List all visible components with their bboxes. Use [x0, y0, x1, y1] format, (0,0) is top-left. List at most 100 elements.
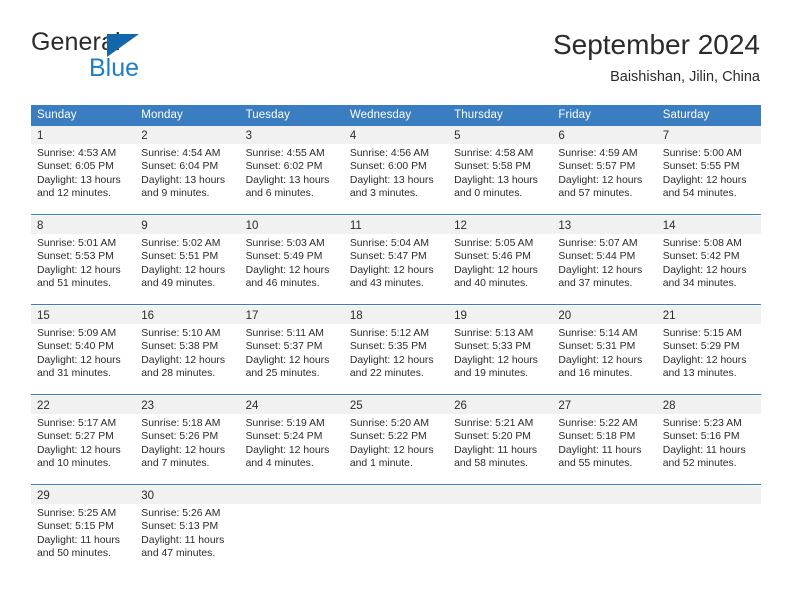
calendar-day-cell[interactable]: 16 Sunrise: 5:10 AM Sunset: 5:38 PM Dayligh… [135, 306, 240, 394]
sunset-time: Sunset: 5:20 PM [454, 431, 531, 443]
calendar-page: General Blue September 2024 Baishishan, … [0, 0, 792, 612]
sunrise-time: Sunrise: 5:13 AM [454, 328, 534, 339]
general-blue-logo[interactable]: General Blue [31, 28, 251, 86]
day-details: Sunrise: 5:14 AM Sunset: 5:31 PM Daylight:… [552, 324, 656, 381]
calendar-day-cell[interactable]: 26 Sunrise: 5:21 AM Sunset: 5:20 PM Dayligh… [448, 396, 553, 484]
calendar-day-cell[interactable]: 27 Sunrise: 5:22 AM Sunset: 5:18 PM Dayligh… [552, 396, 657, 484]
sunrise-time: Sunrise: 5:03 AM [245, 238, 325, 249]
day-details: Sunrise: 5:15 AM Sunset: 5:29 PM Daylight:… [657, 324, 761, 381]
day-details: Sunrise: 5:22 AM Sunset: 5:18 PM Daylight:… [552, 414, 656, 471]
calendar-day-cell[interactable]: 8 Sunrise: 5:01 AM Sunset: 5:53 PM Daylight… [31, 216, 136, 304]
daylight-duration-line2: and 19 minutes. [454, 368, 529, 380]
day-number-band: 11 [343, 216, 449, 234]
daylight-duration-line1: Daylight: 12 hours [454, 264, 538, 276]
sunrise-time: Sunrise: 5:15 AM [662, 328, 742, 339]
calendar-day-cell[interactable]: 4 Sunrise: 4:56 AM Sunset: 6:00 PM Daylight… [343, 126, 449, 214]
daylight-duration-line1: Daylight: 12 hours [349, 264, 434, 276]
day-details: Sunrise: 4:55 AM Sunset: 6:02 PM Daylight:… [240, 144, 344, 201]
calendar-day-cell[interactable]: 22 Sunrise: 5:17 AM Sunset: 5:27 PM Dayligh… [31, 396, 136, 484]
daylight-duration-line2: and 58 minutes. [454, 458, 529, 470]
day-number-band [448, 486, 553, 504]
calendar-day-cell[interactable]: 17 Sunrise: 5:11 AM Sunset: 5:37 PM Dayligh… [239, 306, 344, 394]
calendar-day-cell[interactable]: 23 Sunrise: 5:18 AM Sunset: 5:26 PM Dayligh… [135, 396, 240, 484]
day-number: 5 [454, 130, 461, 142]
calendar-day-cell[interactable]: 2 Sunrise: 4:54 AM Sunset: 6:04 PM Daylight… [135, 126, 240, 214]
daylight-duration-line1: Daylight: 11 hours [454, 444, 538, 456]
daylight-duration-line1: Daylight: 12 hours [558, 264, 643, 276]
weekday-header-thursday: Thursday [454, 109, 503, 121]
daylight-duration-line1: Daylight: 11 hours [141, 534, 225, 546]
daylight-duration-line2: and 13 minutes. [662, 368, 737, 380]
sunrise-time: Sunrise: 5:02 AM [141, 238, 221, 249]
day-number-band: 14 [656, 216, 761, 234]
calendar-day-cell[interactable]: 1 Sunrise: 4:53 AM Sunset: 6:05 PM Daylight… [31, 126, 136, 214]
calendar-day-cell[interactable]: 7 Sunrise: 5:00 AM Sunset: 5:55 PM Daylight… [656, 126, 761, 214]
day-number-band: 10 [239, 216, 344, 234]
calendar-day-cell[interactable]: 28 Sunrise: 5:23 AM Sunset: 5:16 PM Dayligh… [656, 396, 761, 484]
sunrise-time: Sunrise: 5:20 AM [349, 418, 429, 429]
sunrise-time: Sunrise: 5:10 AM [141, 328, 221, 339]
page-header: General Blue September 2024 Baishishan, … [31, 28, 760, 98]
day-details: Sunrise: 5:01 AM Sunset: 5:53 PM Daylight:… [31, 234, 135, 291]
calendar-week-row: 8 Sunrise: 5:01 AM Sunset: 5:53 PM Daylight… [31, 215, 761, 304]
sunset-time: Sunset: 5:31 PM [558, 341, 636, 353]
sunrise-time: Sunrise: 5:01 AM [37, 238, 117, 249]
day-number: 8 [37, 220, 44, 232]
calendar-day-cell[interactable]: 30 Sunrise: 5:26 AM Sunset: 5:13 PM Dayligh… [135, 486, 240, 574]
day-details [344, 504, 448, 507]
daylight-duration-line2: and 34 minutes. [662, 278, 737, 290]
day-number: 4 [349, 130, 357, 142]
sunset-time: Sunset: 5:29 PM [662, 341, 740, 353]
calendar-week-cells: 1 Sunrise: 4:53 AM Sunset: 6:05 PM Daylight… [31, 126, 761, 214]
daylight-duration-line1: Daylight: 12 hours [349, 444, 434, 456]
sunset-time: Sunset: 5:15 PM [37, 521, 114, 533]
day-number-band [343, 486, 449, 504]
daylight-duration-line2: and 1 minute. [349, 458, 413, 470]
calendar-week-cells: 22 Sunrise: 5:17 AM Sunset: 5:27 PM Dayligh… [31, 396, 761, 484]
daylight-duration-line2: and 9 minutes. [141, 188, 210, 200]
daylight-duration-line1: Daylight: 13 hours [349, 174, 434, 186]
day-details: Sunrise: 4:56 AM Sunset: 6:00 PM Daylight:… [344, 144, 448, 201]
day-details: Sunrise: 5:12 AM Sunset: 5:35 PM Daylight:… [344, 324, 448, 381]
calendar-day-cell[interactable]: 21 Sunrise: 5:15 AM Sunset: 5:29 PM Dayligh… [656, 306, 761, 394]
page-subtitle: Baishishan, Jilin, China [610, 69, 760, 85]
weekday-header-tuesday: Tuesday [245, 109, 290, 121]
sunset-time: Sunset: 5:26 PM [141, 431, 219, 443]
calendar-day-cell[interactable]: 9 Sunrise: 5:02 AM Sunset: 5:51 PM Daylight… [135, 216, 240, 304]
day-number: 14 [662, 220, 676, 232]
calendar-day-cell[interactable]: 5 Sunrise: 4:58 AM Sunset: 5:58 PM Daylight… [448, 126, 553, 214]
day-details: Sunrise: 5:02 AM Sunset: 5:51 PM Daylight:… [135, 234, 239, 291]
sunrise-time: Sunrise: 5:18 AM [141, 418, 221, 429]
daylight-duration-line2: and 54 minutes. [662, 188, 737, 200]
day-details: Sunrise: 5:04 AM Sunset: 5:47 PM Daylight:… [344, 234, 448, 291]
daylight-duration-line2: and 28 minutes. [141, 368, 216, 380]
sunrise-time: Sunrise: 4:58 AM [454, 148, 534, 159]
sunrise-time: Sunrise: 5:08 AM [662, 238, 742, 249]
calendar-day-cell[interactable]: 13 Sunrise: 5:07 AM Sunset: 5:44 PM Dayligh… [552, 216, 657, 304]
sunset-time: Sunset: 5:22 PM [349, 431, 427, 443]
calendar-day-cell[interactable]: 24 Sunrise: 5:19 AM Sunset: 5:24 PM Dayligh… [239, 396, 344, 484]
calendar-day-cell[interactable]: 3 Sunrise: 4:55 AM Sunset: 6:02 PM Daylight… [239, 126, 344, 214]
weekday-header-sunday: Sunday [37, 109, 77, 121]
calendar-day-cell[interactable]: 29 Sunrise: 5:25 AM Sunset: 5:15 PM Dayligh… [31, 486, 136, 574]
day-number-band: 3 [239, 126, 344, 144]
calendar-day-cell[interactable]: 20 Sunrise: 5:14 AM Sunset: 5:31 PM Dayligh… [552, 306, 657, 394]
calendar-day-cell[interactable]: 6 Sunrise: 4:59 AM Sunset: 5:57 PM Daylight… [552, 126, 657, 214]
calendar-day-cell[interactable]: 10 Sunrise: 5:03 AM Sunset: 5:49 PM Dayligh… [239, 216, 344, 304]
day-number-band: 30 [135, 486, 240, 504]
sunrise-time: Sunrise: 4:55 AM [245, 148, 325, 159]
calendar-day-cell[interactable]: 11 Sunrise: 5:04 AM Sunset: 5:47 PM Dayligh… [343, 216, 449, 304]
daylight-duration-line2: and 47 minutes. [141, 548, 216, 560]
calendar-day-cell[interactable]: 14 Sunrise: 5:08 AM Sunset: 5:42 PM Dayligh… [656, 216, 761, 304]
daylight-duration-line1: Daylight: 13 hours [245, 174, 330, 186]
calendar-day-cell[interactable]: 25 Sunrise: 5:20 AM Sunset: 5:22 PM Dayligh… [343, 396, 449, 484]
calendar-day-cell[interactable]: 18 Sunrise: 5:12 AM Sunset: 5:35 PM Dayligh… [343, 306, 449, 394]
calendar-day-cell[interactable]: 12 Sunrise: 5:05 AM Sunset: 5:46 PM Dayligh… [448, 216, 553, 304]
sunrise-time: Sunrise: 5:07 AM [558, 238, 638, 249]
daylight-duration-line2: and 0 minutes. [454, 188, 523, 200]
calendar-day-cell[interactable]: 15 Sunrise: 5:09 AM Sunset: 5:40 PM Dayligh… [31, 306, 136, 394]
weekday-header-friday: Friday [558, 109, 591, 121]
sunrise-time: Sunrise: 4:59 AM [558, 148, 638, 159]
calendar-day-cell[interactable]: 19 Sunrise: 5:13 AM Sunset: 5:33 PM Dayligh… [448, 306, 553, 394]
title-block: September 2024 Baishishan, Jilin, China [553, 28, 760, 86]
